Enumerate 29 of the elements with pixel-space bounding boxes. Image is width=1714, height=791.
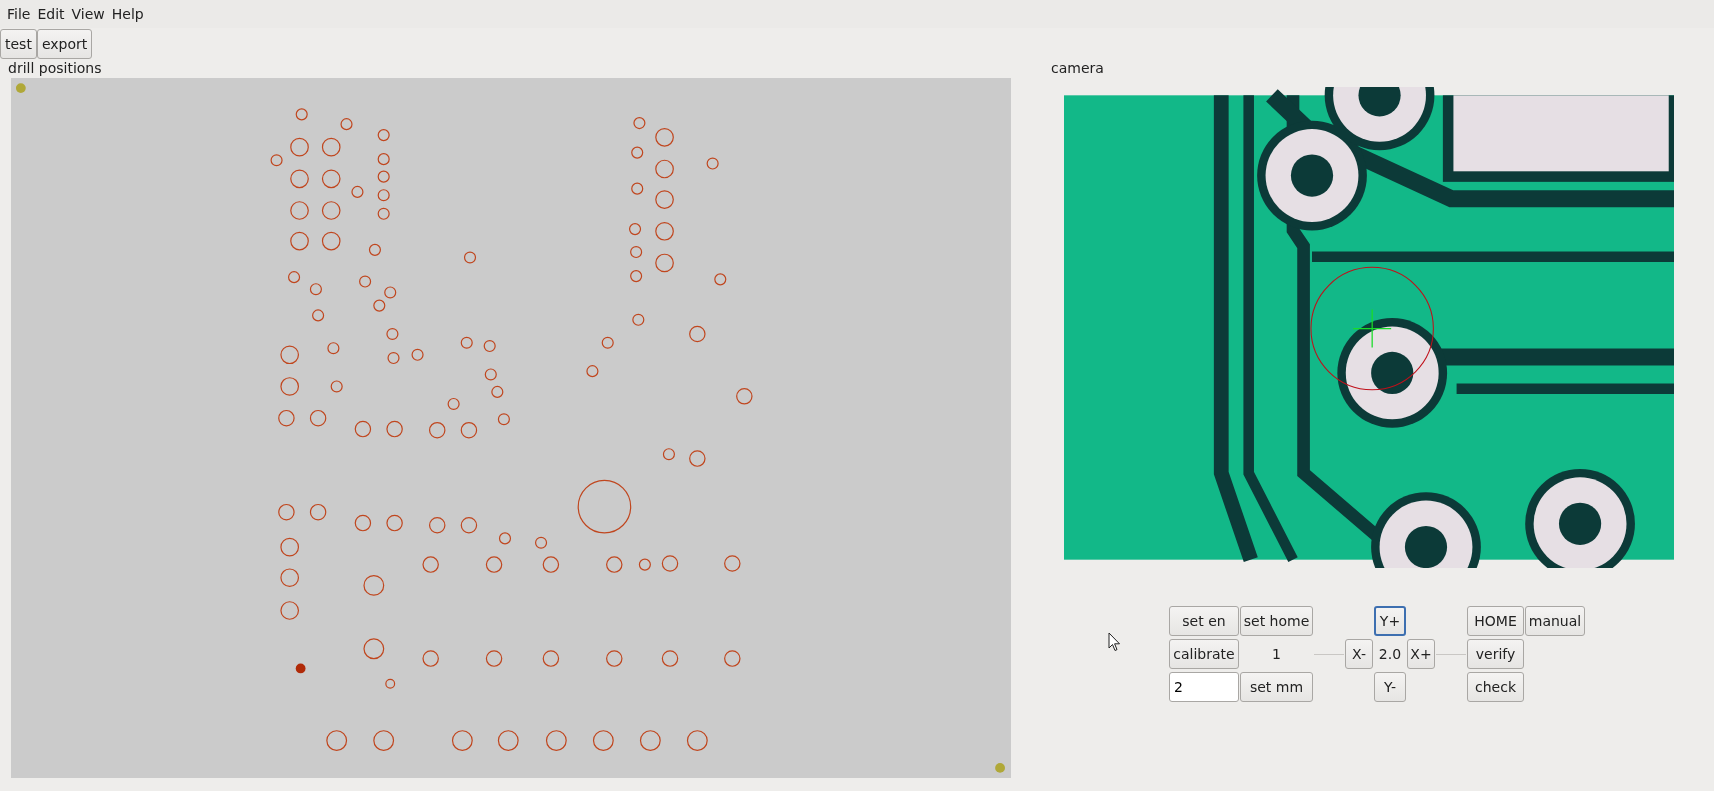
control-button[interactable]: set mm [1240, 672, 1313, 702]
value-label: 1 [1271, 645, 1282, 664]
pointer-cursor-icon [1108, 632, 1121, 652]
control-button[interactable]: X- [1345, 639, 1373, 669]
crosshair-icon [1352, 308, 1392, 349]
corner-marker-icon [995, 762, 1005, 773]
menu-item[interactable]: Help [109, 6, 149, 22]
control-button[interactable]: check [1467, 672, 1524, 702]
control-button[interactable]: manual [1525, 606, 1585, 636]
target-circle-icon [1310, 266, 1434, 391]
menu-item[interactable]: Edit [35, 6, 70, 22]
menu-item[interactable]: View [69, 6, 110, 22]
control-button[interactable]: set en [1169, 606, 1239, 636]
number-field[interactable]: 2 [1169, 672, 1239, 702]
toolbar-button[interactable]: export [36, 29, 93, 59]
control-button[interactable]: calibrate [1169, 639, 1239, 669]
panel-title: drill positions [8, 59, 103, 78]
control-button[interactable]: set home [1240, 606, 1313, 636]
control-button[interactable]: verify [1467, 639, 1524, 669]
current-position-icon [295, 663, 306, 674]
panel-title: camera [1051, 59, 1105, 78]
menu-item[interactable]: File [5, 6, 36, 22]
toolbar-button[interactable]: test [0, 29, 37, 59]
value-label: 2.0 [1377, 645, 1403, 664]
control-button[interactable]: HOME [1467, 606, 1524, 636]
control-button[interactable]: Y+ [1374, 606, 1406, 636]
control-button[interactable]: Y- [1374, 672, 1406, 702]
control-button[interactable]: X+ [1407, 639, 1435, 669]
corner-marker-icon [15, 83, 26, 94]
